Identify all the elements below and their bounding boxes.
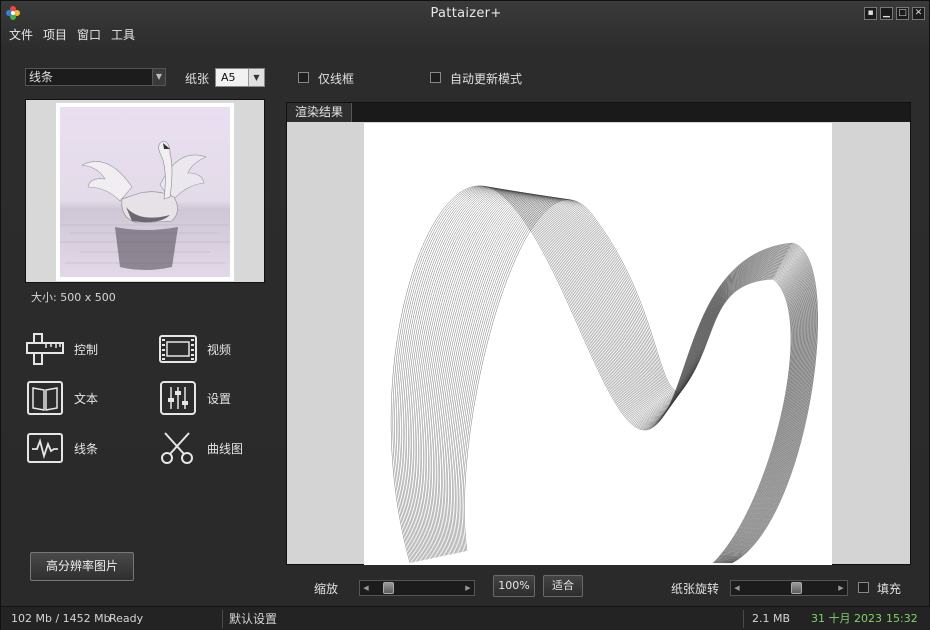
ruler-icon — [26, 333, 64, 365]
book-icon — [27, 381, 63, 415]
render-curve — [442, 195, 800, 564]
render-curve — [423, 191, 807, 564]
tool-settings[interactable]: 设置 — [159, 380, 231, 416]
date-status: 31 十月 2023 — [811, 612, 882, 625]
file-size-status: 2.1 MB — [752, 612, 791, 625]
swan-image — [60, 107, 230, 277]
render-curve — [439, 194, 801, 564]
slider-left-arrow-icon[interactable]: ◀ — [731, 581, 743, 595]
window-title: Pattaizer+ — [430, 6, 502, 21]
app-window: Pattaizer+ ▪ ▁ □ ✕ 文件 项目 窗口 工具 线条 ▼ 纸张 A… — [0, 0, 930, 630]
wireframe-only-checkbox[interactable] — [298, 72, 309, 83]
close-icon[interactable]: ✕ — [912, 7, 925, 20]
maximize-icon[interactable]: □ — [896, 7, 909, 20]
status-divider — [743, 610, 744, 628]
chevron-down-icon: ▼ — [152, 69, 165, 85]
render-curve — [432, 193, 803, 564]
render-panel: 渲染结果 — [286, 102, 911, 565]
preset-status: 默认设置 — [229, 612, 278, 626]
slider-right-arrow-icon[interactable]: ▶ — [462, 581, 474, 595]
ready-status: Ready — [109, 612, 144, 625]
film-icon — [159, 335, 197, 363]
waveform-icon — [27, 433, 63, 463]
render-curve — [455, 197, 795, 564]
menu-bar: 文件 项目 窗口 工具 — [9, 26, 135, 43]
slider-right-arrow-icon[interactable]: ▶ — [835, 581, 847, 595]
tool-control-label: 控制 — [74, 342, 99, 357]
tool-video[interactable]: 视频 — [159, 331, 231, 367]
hires-image-button[interactable]: 高分辨率图片 — [30, 552, 134, 581]
auto-update-checkbox[interactable] — [430, 72, 441, 83]
paper-rotate-label: 纸张旋转 — [671, 582, 720, 596]
tool-lines[interactable]: 线条 — [26, 430, 98, 466]
auto-update-label: 自动更新模式 — [450, 72, 523, 86]
zoom-slider-thumb[interactable] — [383, 582, 394, 594]
slider-left-arrow-icon[interactable]: ◀ — [360, 581, 372, 595]
tool-lines-label: 线条 — [74, 441, 99, 456]
memory-status: 102 Mb / 1452 Mb — [11, 612, 111, 625]
fill-label: 填充 — [877, 582, 902, 596]
render-tabbar: 渲染结果 — [287, 103, 910, 122]
line-art-render — [390, 185, 819, 564]
preview-paper — [56, 103, 234, 281]
render-canvas — [364, 123, 832, 565]
render-curve — [444, 195, 799, 564]
title-bar: Pattaizer+ ▪ ▁ □ ✕ — [1, 1, 930, 25]
fill-checkbox[interactable] — [858, 582, 869, 593]
render-curve — [458, 198, 794, 564]
render-curve — [459, 198, 793, 564]
render-curve — [437, 194, 802, 564]
render-curve — [428, 192, 805, 564]
paper-select-value: A5 — [221, 71, 236, 84]
status-bar: 102 Mb / 1452 Mb Ready 默认设置 2.1 MB 31 十月… — [1, 606, 930, 630]
sliders-icon — [160, 381, 196, 415]
tool-video-label: 视频 — [207, 342, 232, 357]
tool-control[interactable]: 控制 — [26, 331, 98, 367]
tool-curve-label: 曲线图 — [207, 441, 244, 456]
paper-rotate-slider[interactable]: ◀ ▶ — [730, 580, 848, 596]
tool-text[interactable]: 文本 — [26, 380, 98, 416]
zoom-slider[interactable]: ◀ ▶ — [359, 580, 475, 596]
tool-curve[interactable]: 曲线图 — [159, 430, 243, 466]
fit-button[interactable]: 适合 — [543, 575, 583, 597]
tool-settings-label: 设置 — [207, 391, 232, 406]
minimize-icon[interactable]: ▁ — [880, 7, 893, 20]
render-curve — [447, 196, 798, 564]
zoom-100-button[interactable]: 100% — [493, 575, 535, 597]
render-curve — [461, 198, 793, 564]
pin-icon[interactable]: ▪ — [864, 7, 877, 20]
status-divider — [222, 610, 223, 628]
menu-project[interactable]: 项目 — [43, 26, 67, 43]
menu-window[interactable]: 窗口 — [77, 26, 101, 43]
paper-label: 纸张 — [185, 72, 210, 86]
render-curve — [426, 192, 806, 564]
render-curve — [453, 197, 796, 564]
tool-text-label: 文本 — [74, 391, 99, 406]
wireframe-only-label: 仅线框 — [318, 72, 355, 86]
render-curve — [397, 187, 816, 564]
zoom-label: 缩放 — [314, 582, 339, 596]
rotate-slider-thumb[interactable] — [791, 582, 802, 594]
chevron-down-icon: ▼ — [248, 69, 264, 86]
style-select-value: 线条 — [29, 70, 54, 84]
time-status: 15:32 — [886, 612, 918, 625]
image-size-label: 大小: 500 x 500 — [31, 291, 116, 304]
tab-render-result[interactable]: 渲染结果 — [287, 103, 353, 122]
scissors-icon — [161, 432, 193, 464]
menu-file[interactable]: 文件 — [9, 26, 33, 43]
source-preview — [25, 99, 265, 283]
style-select[interactable]: 线条 ▼ — [25, 68, 166, 86]
paper-select[interactable]: A5 ▼ — [215, 68, 265, 87]
menu-tools[interactable]: 工具 — [111, 26, 135, 43]
